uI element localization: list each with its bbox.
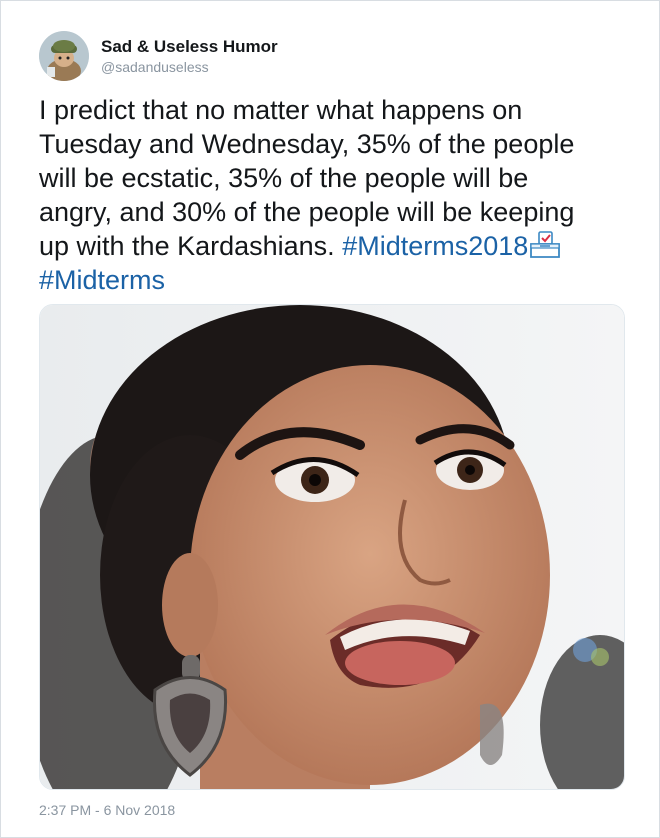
tweet-line: up with the Kardashians. #Midterms2018	[39, 229, 629, 263]
ballot-box-icon	[528, 231, 562, 259]
tweet-timestamp[interactable]: 2:37 PM - 6 Nov 2018	[39, 802, 175, 818]
hashtag-midterms[interactable]: #Midterms	[39, 265, 165, 295]
tweet-line: #Midterms	[39, 263, 629, 297]
tweet-header: Sad & Useless Humor @sadanduseless	[39, 29, 278, 83]
tweet-photo[interactable]	[39, 304, 625, 790]
photo-illustration	[40, 305, 624, 789]
author-display-name[interactable]: Sad & Useless Humor	[101, 37, 278, 57]
tweet-text: I predict that no matter what happens on…	[39, 93, 629, 297]
author-names: Sad & Useless Humor @sadanduseless	[101, 37, 278, 76]
tweet-line: angry, and 30% of the people will be kee…	[39, 197, 575, 227]
hashtag-midterms2018[interactable]: #Midterms2018	[342, 231, 528, 261]
tweet-line: Tuesday and Wednesday, 35% of the people	[39, 129, 575, 159]
tweet-line-text: up with the Kardashians.	[39, 231, 343, 261]
tweet-card: Sad & Useless Humor @sadanduseless I pre…	[0, 0, 660, 838]
tweet-line: I predict that no matter what happens on	[39, 95, 523, 125]
author-handle[interactable]: @sadanduseless	[101, 58, 278, 76]
avatar[interactable]	[39, 31, 89, 81]
tweet-line: will be ecstatic, 35% of the people will…	[39, 163, 529, 193]
